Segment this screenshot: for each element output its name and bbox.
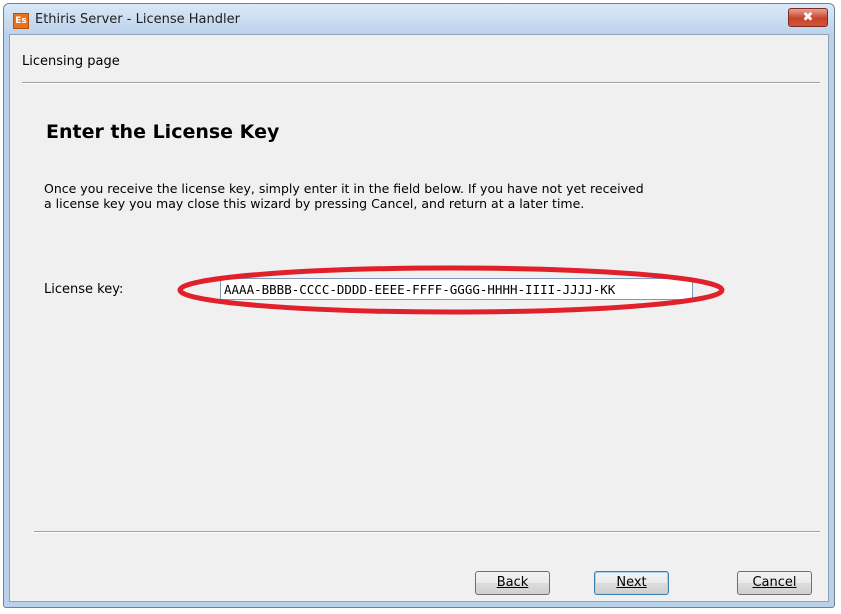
title-bar[interactable]: Es Ethiris Server - License Handler ✖ <box>4 4 834 34</box>
instructions-text: Once you receive the license key, simply… <box>44 181 644 211</box>
cancel-button[interactable]: Cancel <box>737 571 812 595</box>
license-key-label: License key: <box>44 282 124 297</box>
back-button[interactable]: Back <box>475 571 550 595</box>
header-label: Licensing page <box>22 54 120 69</box>
close-icon: ✖ <box>802 10 814 25</box>
header-divider <box>22 82 820 84</box>
wizard-content: Licensing page Enter the License Key Onc… <box>9 34 829 602</box>
page-title: Enter the License Key <box>46 121 280 143</box>
footer-divider <box>34 531 820 533</box>
app-icon: Es <box>13 13 29 29</box>
close-button[interactable]: ✖ <box>788 8 828 27</box>
next-button[interactable]: Next <box>594 571 669 595</box>
wizard-window: Es Ethiris Server - License Handler ✖ Li… <box>3 3 835 608</box>
license-key-input[interactable] <box>220 278 693 300</box>
window-title: Ethiris Server - License Handler <box>35 12 240 27</box>
